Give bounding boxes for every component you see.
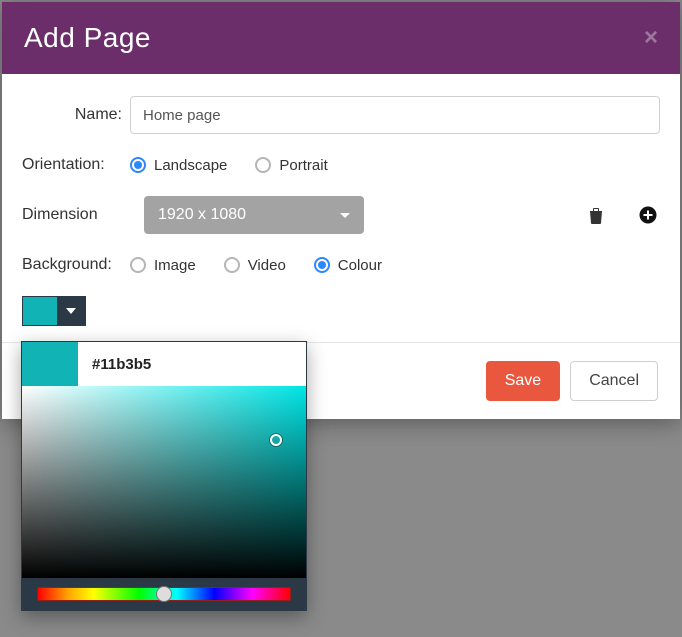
radio-dot-icon — [224, 257, 240, 273]
dimension-row: Dimension 1920 x 1080 — [22, 196, 660, 234]
orientation-group: Landscape Portrait — [130, 157, 328, 174]
orientation-label: Orientation: — [22, 156, 130, 174]
radio-dot-icon — [130, 157, 146, 173]
background-video-radio[interactable]: Video — [224, 257, 286, 274]
orientation-row: Orientation: Landscape Portrait — [22, 156, 660, 174]
color-picker-header: #11b3b5 — [22, 342, 306, 386]
trash-icon — [588, 206, 604, 224]
modal-body: Name: Orientation: Landscape Portrait Di… — [2, 74, 680, 342]
chevron-down-icon — [66, 308, 76, 314]
hue-handle-icon[interactable] — [156, 586, 172, 602]
hue-slider-wrap — [22, 578, 306, 610]
swatch-row — [22, 296, 660, 326]
radio-label: Image — [154, 257, 196, 274]
radio-label: Video — [248, 257, 286, 274]
save-button[interactable]: Save — [486, 361, 560, 401]
radio-dot-icon — [314, 257, 330, 273]
radio-label: Landscape — [154, 157, 227, 174]
name-row: Name: — [22, 96, 660, 134]
radio-label: Colour — [338, 257, 382, 274]
swatch-dropdown-button[interactable] — [57, 297, 85, 325]
color-picker-swatch — [22, 342, 78, 386]
dimension-value: 1920 x 1080 — [158, 206, 246, 224]
color-hex-value[interactable]: #11b3b5 — [92, 356, 151, 373]
color-picker-popover: #11b3b5 — [21, 341, 307, 611]
cancel-button[interactable]: Cancel — [570, 361, 658, 401]
color-swatch-trigger[interactable] — [22, 296, 86, 326]
add-dimension-button[interactable] — [636, 203, 660, 227]
hue-slider[interactable] — [37, 587, 291, 601]
radio-label: Portrait — [279, 157, 327, 174]
orientation-portrait-radio[interactable]: Portrait — [255, 157, 327, 174]
delete-dimension-button[interactable] — [584, 203, 608, 227]
radio-dot-icon — [130, 257, 146, 273]
orientation-landscape-radio[interactable]: Landscape — [130, 157, 227, 174]
radio-dot-icon — [255, 157, 271, 173]
modal-header: Add Page × — [2, 2, 680, 74]
close-icon[interactable]: × — [644, 26, 658, 50]
dimension-select[interactable]: 1920 x 1080 — [144, 196, 364, 234]
dimension-label: Dimension — [22, 206, 130, 224]
background-row: Background: Image Video Colour — [22, 256, 660, 274]
background-label: Background: — [22, 256, 130, 274]
background-image-radio[interactable]: Image — [130, 257, 196, 274]
background-colour-radio[interactable]: Colour — [314, 257, 382, 274]
saturation-value-area[interactable] — [22, 386, 306, 578]
name-input[interactable] — [130, 96, 660, 134]
name-label: Name: — [22, 106, 130, 124]
sv-handle-icon[interactable] — [270, 434, 282, 446]
color-swatch — [23, 297, 57, 325]
background-group: Image Video Colour — [130, 257, 382, 274]
modal-title: Add Page — [24, 22, 151, 54]
chevron-down-icon — [340, 213, 350, 218]
plus-circle-icon — [639, 206, 657, 224]
